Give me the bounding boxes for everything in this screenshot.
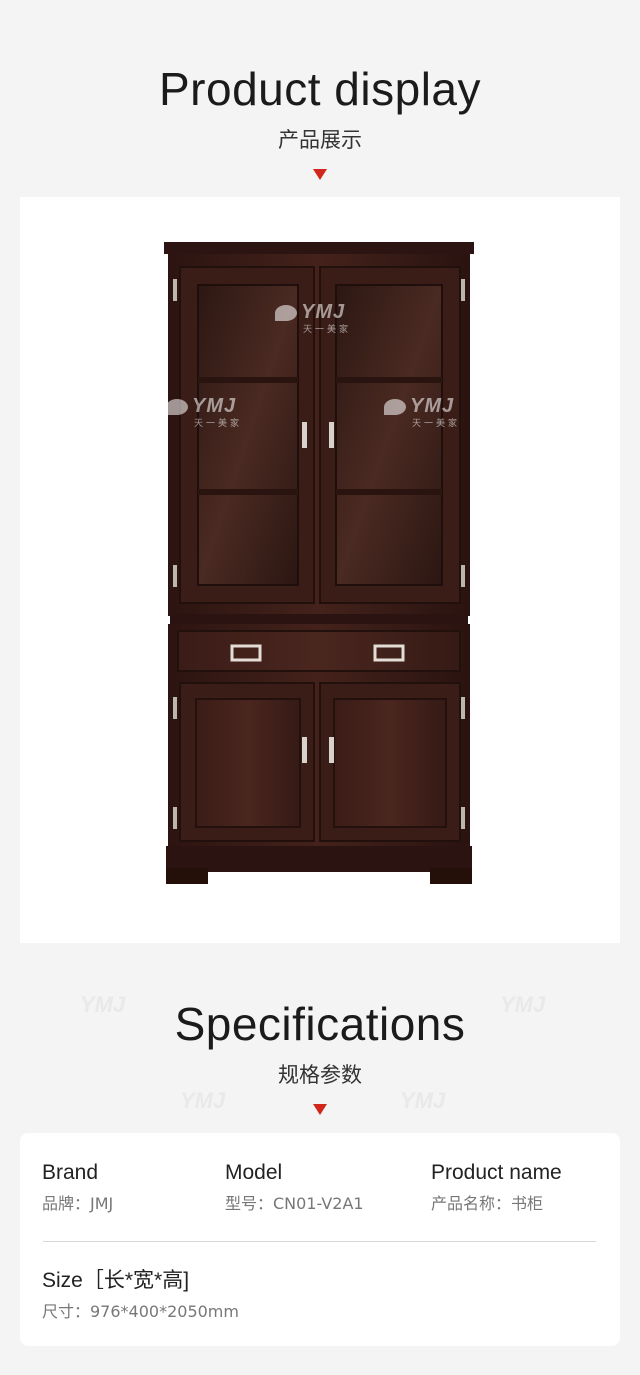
section-title-en: Product display <box>159 63 481 115</box>
lower-right-panel <box>333 698 447 828</box>
spec-size-value: 尺寸：976*400*2050mm <box>42 1302 239 1321</box>
hinge-2 <box>461 279 465 301</box>
spec-product-name: Product name 产品名称：书柜 <box>431 1162 562 1212</box>
watermark-brand-cn: 天一美家 <box>303 324 352 334</box>
watermark-logo: YMJ 天一美家 <box>166 395 242 429</box>
section-title-cn: 规格参数 <box>278 1063 362 1087</box>
watermark-brand-cn: 天一美家 <box>412 418 461 428</box>
cabinet-foot-right <box>430 868 472 884</box>
spec-size-label: Size［长*宽*高] <box>42 1269 190 1292</box>
spec-brand: Brand 品牌：JMJ <box>42 1162 113 1212</box>
handle-upper-left <box>302 422 307 448</box>
cabinet-foot-left <box>166 868 208 884</box>
spec-model: Model 型号：CN01-V2A1 <box>225 1162 364 1212</box>
spec-brand-value: 品牌：JMJ <box>42 1194 114 1213</box>
hinge-3 <box>173 565 177 587</box>
down-triangle-icon <box>313 169 327 180</box>
watermark-logo: YMJ 天一美家 <box>384 395 460 429</box>
ymj-logo-icon <box>275 304 297 321</box>
section-title-cn: 产品展示 <box>278 128 362 152</box>
spec-divider <box>43 1241 596 1242</box>
watermark-brand: YMJ <box>410 395 455 417</box>
handle-upper-right <box>329 422 334 448</box>
down-triangle-icon <box>313 1104 327 1115</box>
shelf-4 <box>336 489 442 495</box>
spec-product-name-value: 产品名称：书柜 <box>431 1194 544 1213</box>
product-display-header: Product display 产品展示 <box>0 66 640 180</box>
hinge-5 <box>173 697 177 719</box>
watermark-brand-cn: 天一美家 <box>194 418 243 428</box>
shelf-3 <box>198 489 298 495</box>
ymj-logo-icon <box>384 398 406 415</box>
handle-lower-left <box>302 737 307 763</box>
drawer <box>177 630 461 672</box>
watermark-brand: YMJ <box>192 395 237 417</box>
handle-lower-right <box>329 737 334 763</box>
watermark-logo: YMJ 天一美家 <box>275 301 351 335</box>
cabinet-ledge <box>170 614 468 624</box>
spec-model-value: 型号：CN01-V2A1 <box>225 1194 364 1213</box>
cabinet-crown <box>164 242 474 254</box>
hinge-7 <box>173 807 177 829</box>
watermark-brand: YMJ <box>301 301 346 323</box>
spec-product-name-label: Product name <box>431 1161 562 1184</box>
hinge-8 <box>461 807 465 829</box>
cabinet-floor-gap <box>208 868 430 872</box>
upper-right-glass <box>335 284 443 586</box>
lower-left-panel <box>195 698 301 828</box>
specifications-header: Specifications 规格参数 <box>0 1001 640 1115</box>
spec-model-label: Model <box>225 1161 283 1184</box>
ymj-logo-icon <box>166 398 188 415</box>
spec-size: Size［长*宽*高] 尺寸：976*400*2050mm <box>42 1270 239 1320</box>
cabinet-plinth <box>166 846 472 868</box>
hinge-6 <box>461 697 465 719</box>
shelf-2 <box>336 377 442 383</box>
hinge-1 <box>173 279 177 301</box>
section-title-en: Specifications <box>174 998 466 1050</box>
spec-brand-label: Brand <box>42 1161 99 1184</box>
spec-card: Brand 品牌：JMJ Model 型号：CN01-V2A1 Product … <box>20 1133 620 1346</box>
hinge-4 <box>461 565 465 587</box>
shelf-1 <box>198 377 298 383</box>
product-image-panel: YMJ 天一美家 YMJ 天一美家 YMJ 天一美家 <box>20 197 620 943</box>
